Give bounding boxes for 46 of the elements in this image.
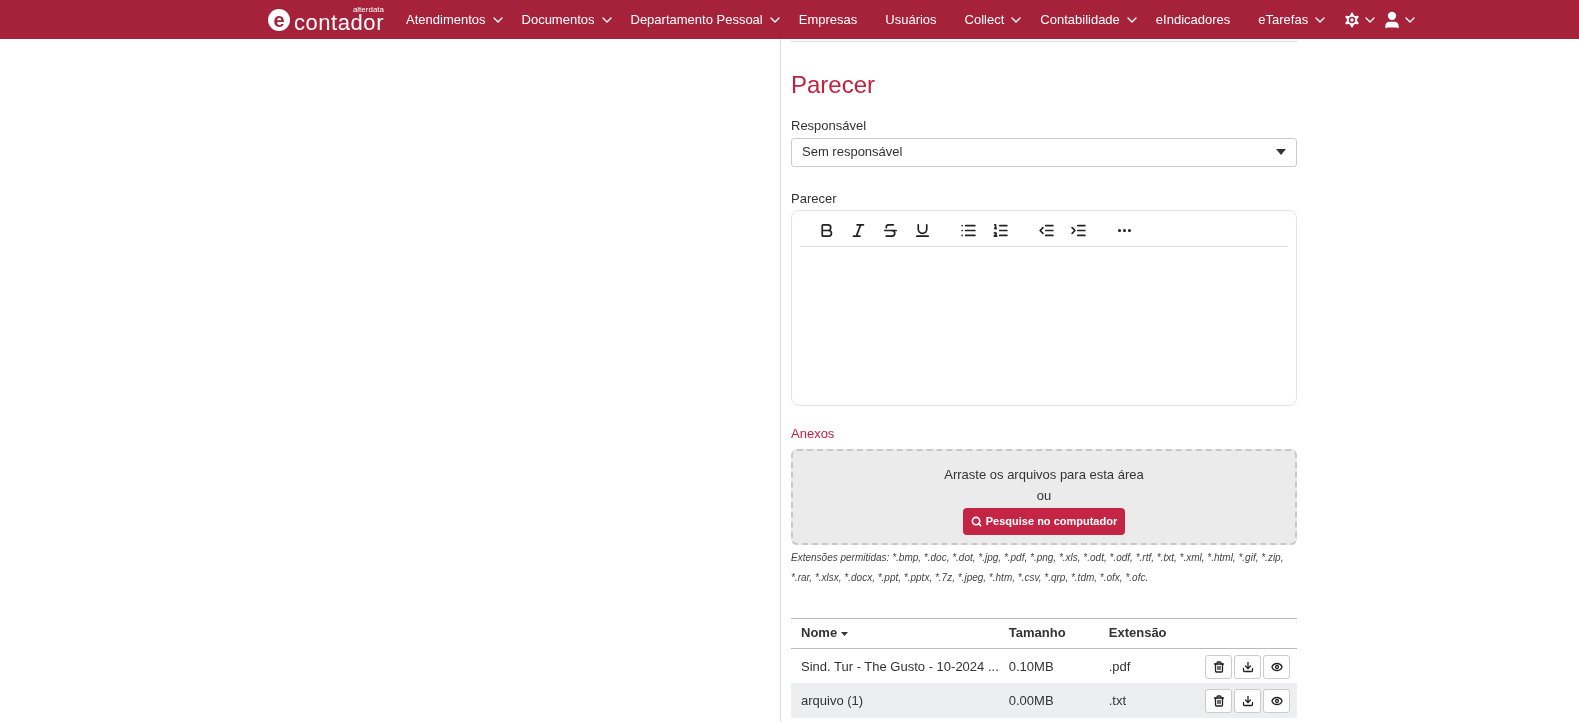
drop-zone[interactable]: Arraste os arquivos para esta área ou Pesquise no computador <box>791 448 1297 545</box>
section-title: Parecer <box>791 70 877 100</box>
browse-button[interactable]: Pesquise no computador <box>962 507 1126 535</box>
nav-menu-item[interactable]: Contabilidade <box>1040 0 1140 39</box>
table-cell: 0.10MB <box>998 648 1099 683</box>
table-cell: .txt <box>1098 683 1183 718</box>
column-header[interactable]: Tamanho <box>998 618 1099 648</box>
or-text: ou <box>1036 487 1052 505</box>
nav-menu-item[interactable]: Documentos <box>521 0 615 39</box>
table-cell: Sind. Tur - The Gusto - 10-2024 ... <box>791 648 999 683</box>
eye-icon <box>1270 660 1283 673</box>
nav-menu-item[interactable]: Empresas <box>798 0 870 39</box>
download-icon <box>1241 660 1254 673</box>
logo-subtitle: alterdata <box>352 5 384 14</box>
trash-icon <box>1212 660 1225 673</box>
column-header[interactable]: Nome <box>791 618 999 648</box>
search-icon <box>970 515 982 527</box>
nav-menu-item[interactable]: eIndicadores <box>1155 0 1243 39</box>
table-cell: arquivo (1) <box>791 683 999 718</box>
nav-menu-item[interactable]: eTarefas <box>1258 0 1329 39</box>
allowed-extensions-note: Extensões permitidas: *.bmp, *.doc, *.dot, *.jpg, *.pdf, *.png, *.xls, *.odt, *.odf, *.rtf, *.txt, *.xml, *.html, *.gif, *.zip, *.rar, *.xlsx, *.docx, *.ppt, *.pptx, *.7z, *.jpeg, *.htm, *.csv, *.qrp, *.tdm, *.ofx, *.ofc. <box>791 550 1285 585</box>
download-icon <box>1241 695 1254 707</box>
drop-instruction: Arraste os arquivos para esta área <box>944 465 1144 484</box>
sort-caret-icon <box>841 631 849 636</box>
nav-menu-item[interactable]: Atendimentos <box>406 0 506 39</box>
eye-button[interactable] <box>1263 654 1290 679</box>
nav-menu-item[interactable]: Usuários <box>885 0 949 39</box>
nav-menu-item[interactable]: Departamento Pessoal <box>630 0 783 39</box>
nav-menu-item[interactable]: Collect <box>964 0 1025 39</box>
trash-icon <box>1212 695 1225 707</box>
section-label: Anexos <box>791 425 836 443</box>
responsible-select[interactable]: Sem responsável <box>791 137 1297 167</box>
eye-button[interactable] <box>1263 689 1290 713</box>
logo-mark: e <box>268 8 290 31</box>
table-cell: .pdf <box>1098 648 1183 683</box>
field-label: Responsável <box>791 117 868 135</box>
download-button[interactable] <box>1234 689 1261 713</box>
trash-button[interactable] <box>1205 654 1232 679</box>
table-cell: 0.00MB <box>998 683 1099 718</box>
eye-icon <box>1270 695 1283 707</box>
trash-button[interactable] <box>1205 689 1232 713</box>
caret-icon <box>1276 149 1286 155</box>
download-button[interactable] <box>1234 654 1261 679</box>
logo-name: contador <box>294 11 384 34</box>
column-header[interactable]: Extensão <box>1098 618 1183 648</box>
field-label: Parecer <box>791 189 838 208</box>
